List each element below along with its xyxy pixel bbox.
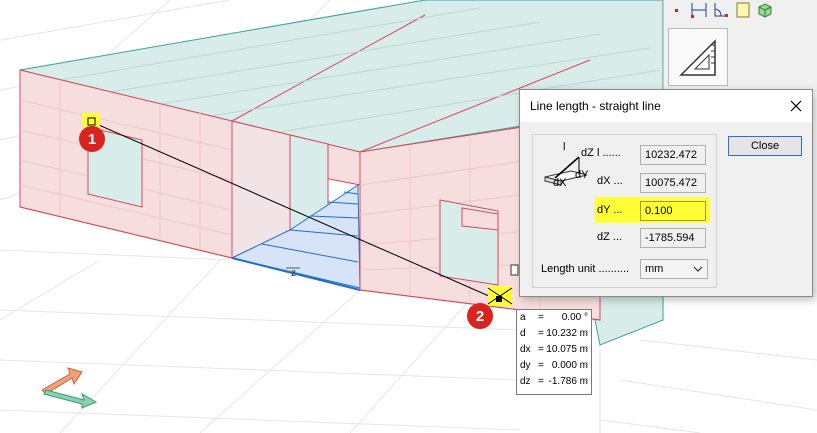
dz-label: dZ ... [597,231,623,243]
measurement-group: l dZ dY dX l ...... 10232.472 dX ... 100… [532,134,717,288]
set-square-button[interactable] [668,28,728,86]
cursor-box [510,264,519,276]
point-tool-icon[interactable] [666,0,688,20]
start-marker: 1 [79,126,105,152]
length-unit-value: mm [645,263,664,275]
readout-row-dx: dx = 10.075 m [520,344,588,355]
cube-tool-icon[interactable] [754,0,776,20]
dy-field[interactable]: 0.100 [640,201,706,221]
readout-row-dy: dy = 0.000 m [520,360,588,371]
line-length-dialog: Line length - straight line l dZ dY dX l… [519,89,813,297]
close-icon[interactable] [786,96,806,116]
length-label: l ...... [597,147,621,159]
dz-field[interactable]: -1785.594 [640,228,706,248]
icon-label-l: l [563,141,566,153]
length-field[interactable]: 10232.472 [640,145,706,165]
readout-row-dz: dz = -1.786 m [520,376,588,387]
end-point-snap [496,296,502,302]
icon-label-dy: dY [575,169,589,181]
side-panel [663,22,817,92]
dimension-tool-icon[interactable] [688,0,710,20]
length-unit-label: Length unit .......... [541,263,630,275]
measurement-readout: a = 0.00 ° d = 10.232 m dx = 10.075 m dy… [516,309,592,395]
end-marker: 2 [467,303,493,329]
dx-field[interactable]: 10075.472 [640,173,706,193]
toolbar [663,0,817,23]
close-button[interactable]: Close [728,136,802,156]
angle-tool-icon[interactable] [710,0,732,20]
readout-row-angle: a = 0.00 ° [520,312,588,323]
dy-label: dY ... [597,204,623,216]
dx-label: dX ... [597,175,623,187]
set-square-icon [679,39,716,76]
chevron-down-icon [693,266,703,272]
cursor-glyph: z [291,268,296,279]
dialog-title: Line length - straight line [530,99,661,113]
axis-indicator [41,367,98,409]
icon-label-dz: dZ [581,147,594,159]
icon-label-dx: dX [553,177,567,189]
dialog-title-bar[interactable]: Line length - straight line [520,90,812,122]
length-unit-select[interactable]: mm [640,259,708,279]
readout-row-distance: d = 10.232 m [520,328,588,339]
note-tool-icon[interactable] [732,0,754,20]
